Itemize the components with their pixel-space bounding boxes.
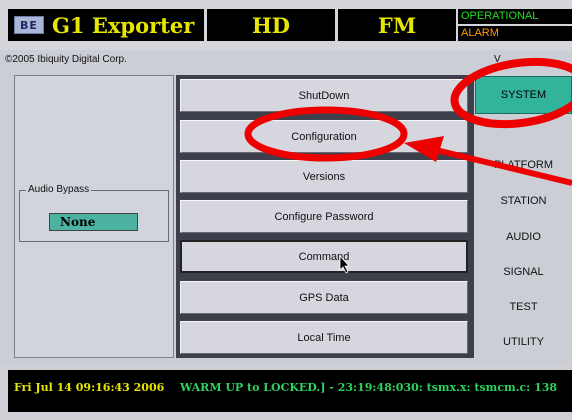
red-arrow-icon [404,136,572,186]
annotation-overlay [244,57,572,274]
mouse-pointer-icon [339,254,350,274]
